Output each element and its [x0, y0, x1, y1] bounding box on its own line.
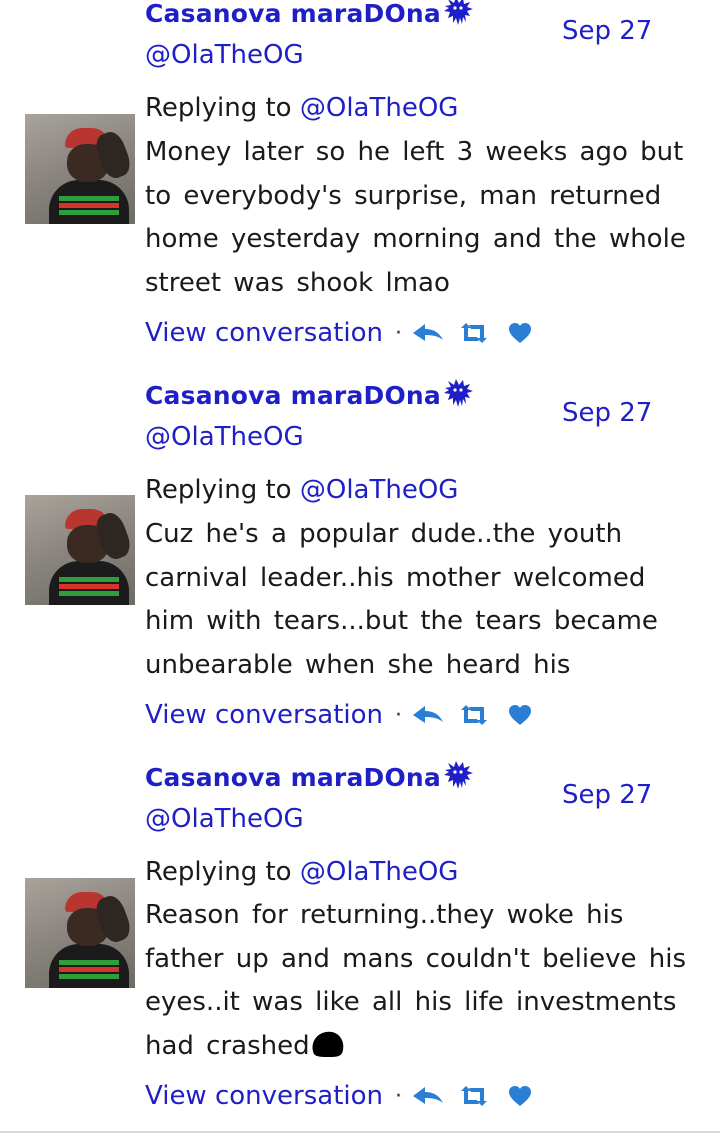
avatar[interactable] — [25, 495, 135, 605]
tweet-text: Cuz he's a popular dude..the youth carni… — [145, 519, 658, 681]
shaggy-creature-emoji-icon — [442, 378, 474, 408]
replying-to: Replying to @OlaTheOG — [145, 93, 459, 123]
replying-mention-link[interactable]: @OlaTheOG — [300, 857, 459, 887]
view-conversation-row: View conversation · — [145, 700, 536, 730]
shaggy-creature-emoji-icon — [442, 0, 474, 26]
avatar[interactable] — [25, 114, 135, 224]
tweet-text: Money later so he left 3 weeks ago but t… — [145, 137, 686, 299]
retweet-icon[interactable] — [458, 1085, 490, 1107]
author-name[interactable]: Casanova maraDOna — [145, 378, 474, 410]
replying-to: Replying to @OlaTheOG — [145, 475, 459, 505]
view-conversation-link[interactable]: View conversation — [145, 318, 383, 348]
author-name[interactable]: Casanova maraDOna — [145, 0, 474, 28]
heart-icon[interactable] — [504, 704, 536, 726]
tweet-date[interactable]: Sep 27 — [562, 780, 652, 810]
view-conversation-link[interactable]: View conversation — [145, 700, 383, 730]
replying-mention-link[interactable]: @OlaTheOG — [300, 93, 459, 123]
reply-icon[interactable] — [412, 1085, 444, 1107]
separator-dot: · — [395, 702, 402, 728]
view-conversation-row: View conversation · — [145, 318, 536, 348]
heart-icon[interactable] — [504, 322, 536, 344]
tweet-date[interactable]: Sep 27 — [562, 16, 652, 46]
author-handle[interactable]: @OlaTheOG — [145, 804, 304, 834]
author-name[interactable]: Casanova maraDOna — [145, 760, 474, 792]
retweet-icon[interactable] — [458, 704, 490, 726]
replying-mention-link[interactable]: @OlaTheOG — [300, 475, 459, 505]
black-blob-emoji-icon — [310, 1030, 345, 1058]
separator-dot: · — [395, 320, 402, 346]
author-handle[interactable]: @OlaTheOG — [145, 40, 304, 70]
avatar[interactable] — [25, 878, 135, 988]
shaggy-creature-emoji-icon — [442, 760, 474, 790]
retweet-icon[interactable] — [458, 322, 490, 344]
view-conversation-row: View conversation · — [145, 1081, 536, 1111]
reply-icon[interactable] — [412, 322, 444, 344]
replying-to: Replying to @OlaTheOG — [145, 857, 459, 887]
author-handle[interactable]: @OlaTheOG — [145, 422, 304, 452]
reply-icon[interactable] — [412, 704, 444, 726]
tweet-date[interactable]: Sep 27 — [562, 398, 652, 428]
heart-icon[interactable] — [504, 1085, 536, 1107]
view-conversation-link[interactable]: View conversation — [145, 1081, 383, 1111]
tweet-text: Reason for returning..they woke his fath… — [145, 900, 687, 1062]
separator-dot: · — [395, 1083, 402, 1109]
